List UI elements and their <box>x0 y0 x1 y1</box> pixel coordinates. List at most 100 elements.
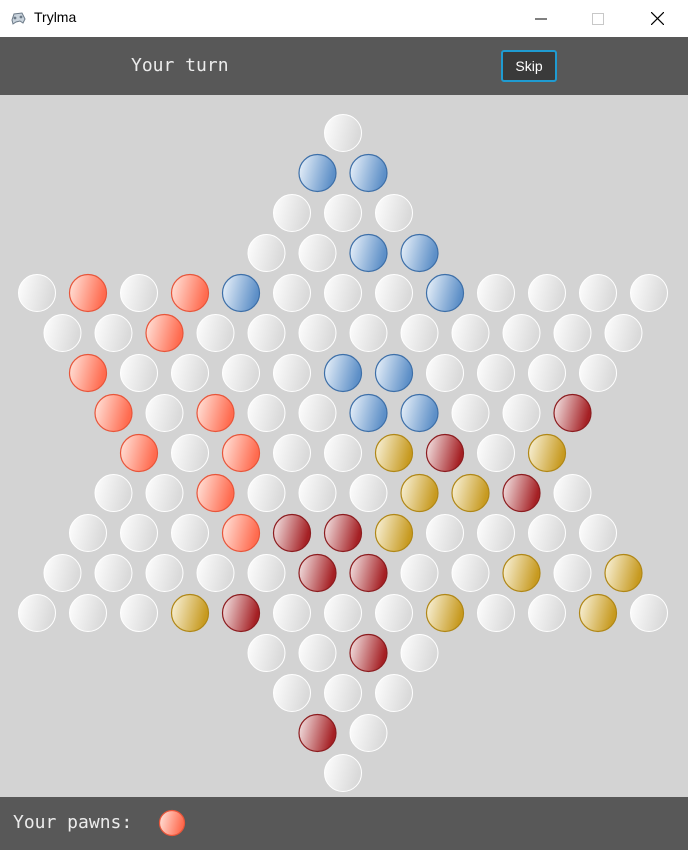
board-hole[interactable] <box>247 634 286 672</box>
board-hole[interactable] <box>528 514 566 552</box>
board-hole[interactable] <box>324 594 362 632</box>
skip-button[interactable]: Skip <box>501 50 557 82</box>
board-hole[interactable] <box>145 554 184 592</box>
board-hole[interactable] <box>196 554 235 592</box>
board-hole[interactable] <box>528 274 566 312</box>
board-hole[interactable] <box>553 554 592 592</box>
board-hole[interactable] <box>298 234 337 272</box>
board-hole[interactable] <box>298 394 337 432</box>
pawn-red-dark[interactable] <box>298 713 337 753</box>
board-hole[interactable] <box>630 274 668 312</box>
pawn-red-light[interactable] <box>196 473 235 513</box>
board-hole[interactable] <box>528 354 566 392</box>
board-hole[interactable] <box>375 194 413 232</box>
board-hole[interactable] <box>273 194 311 232</box>
board-hole[interactable] <box>120 514 158 552</box>
board-hole[interactable] <box>553 314 592 352</box>
pawn-gold[interactable] <box>374 513 414 553</box>
board-hole[interactable] <box>375 274 413 312</box>
board-hole[interactable] <box>69 594 107 632</box>
board-hole[interactable] <box>477 274 515 312</box>
board-hole[interactable] <box>604 314 643 352</box>
board-hole[interactable] <box>579 274 617 312</box>
board-hole[interactable] <box>43 554 82 592</box>
board-hole[interactable] <box>247 314 286 352</box>
board-hole[interactable] <box>273 674 311 712</box>
close-button[interactable] <box>634 0 680 37</box>
pawn-gold[interactable] <box>578 593 618 633</box>
board-hole[interactable] <box>247 234 286 272</box>
board-hole[interactable] <box>477 354 515 392</box>
board-hole[interactable] <box>94 474 133 512</box>
pawn-red-dark[interactable] <box>298 553 337 593</box>
board-hole[interactable] <box>324 674 362 712</box>
board-hole[interactable] <box>273 594 311 632</box>
pawn-blue[interactable] <box>349 393 388 433</box>
board-hole[interactable] <box>120 594 158 632</box>
board-hole[interactable] <box>349 714 388 752</box>
board-hole[interactable] <box>120 354 158 392</box>
pawn-red-light[interactable] <box>221 433 261 473</box>
board-hole[interactable] <box>579 514 617 552</box>
pawn-blue[interactable] <box>400 393 439 433</box>
board-hole[interactable] <box>375 674 413 712</box>
board-hole[interactable] <box>273 354 311 392</box>
board-hole[interactable] <box>400 634 439 672</box>
board-hole[interactable] <box>18 594 56 632</box>
pawn-gold[interactable] <box>502 553 541 593</box>
board-hole[interactable] <box>400 554 439 592</box>
board-hole[interactable] <box>451 394 490 432</box>
board-hole[interactable] <box>451 554 490 592</box>
board-hole[interactable] <box>171 514 209 552</box>
board-hole[interactable] <box>477 594 515 632</box>
board-hole[interactable] <box>273 434 311 472</box>
pawn-gold[interactable] <box>170 593 210 633</box>
pawn-red-dark[interactable] <box>553 393 592 433</box>
pawn-blue[interactable] <box>323 353 363 393</box>
pawn-red-dark[interactable] <box>272 513 312 553</box>
board-hole[interactable] <box>171 434 209 472</box>
board-hole[interactable] <box>502 314 541 352</box>
board-hole[interactable] <box>324 754 362 792</box>
board-hole[interactable] <box>273 274 311 312</box>
board-hole[interactable] <box>247 474 286 512</box>
board-hole[interactable] <box>426 354 464 392</box>
pawn-blue[interactable] <box>374 353 414 393</box>
board-hole[interactable] <box>349 474 388 512</box>
pawn-blue[interactable] <box>298 153 337 193</box>
board-hole[interactable] <box>145 394 184 432</box>
board-hole[interactable] <box>630 594 668 632</box>
board-hole[interactable] <box>247 394 286 432</box>
board-hole[interactable] <box>349 314 388 352</box>
pawn-gold[interactable] <box>425 593 465 633</box>
pawn-blue[interactable] <box>400 233 439 273</box>
pawn-blue[interactable] <box>425 273 465 313</box>
board-hole[interactable] <box>18 274 56 312</box>
board-hole[interactable] <box>426 514 464 552</box>
pawn-gold[interactable] <box>527 433 567 473</box>
board-hole[interactable] <box>324 434 362 472</box>
board-hole[interactable] <box>94 554 133 592</box>
board-hole[interactable] <box>120 274 158 312</box>
board-hole[interactable] <box>222 354 260 392</box>
pawn-blue[interactable] <box>221 273 261 313</box>
board-hole[interactable] <box>324 274 362 312</box>
pawn-blue[interactable] <box>349 233 388 273</box>
board-hole[interactable] <box>477 514 515 552</box>
pawn-gold[interactable] <box>374 433 414 473</box>
pawn-red-light[interactable] <box>196 393 235 433</box>
board-hole[interactable] <box>375 594 413 632</box>
board-hole[interactable] <box>145 474 184 512</box>
board-hole[interactable] <box>553 474 592 512</box>
pawn-red-dark[interactable] <box>425 433 465 473</box>
minimize-button[interactable] <box>518 0 564 37</box>
board-hole[interactable] <box>324 194 362 232</box>
pawn-red-dark[interactable] <box>349 553 388 593</box>
pawn-red-dark[interactable] <box>349 633 388 673</box>
board-hole[interactable] <box>451 314 490 352</box>
board-hole[interactable] <box>171 354 209 392</box>
board-hole[interactable] <box>298 474 337 512</box>
pawn-red-light[interactable] <box>94 393 133 433</box>
board-hole[interactable] <box>43 314 82 352</box>
board-hole[interactable] <box>298 314 337 352</box>
